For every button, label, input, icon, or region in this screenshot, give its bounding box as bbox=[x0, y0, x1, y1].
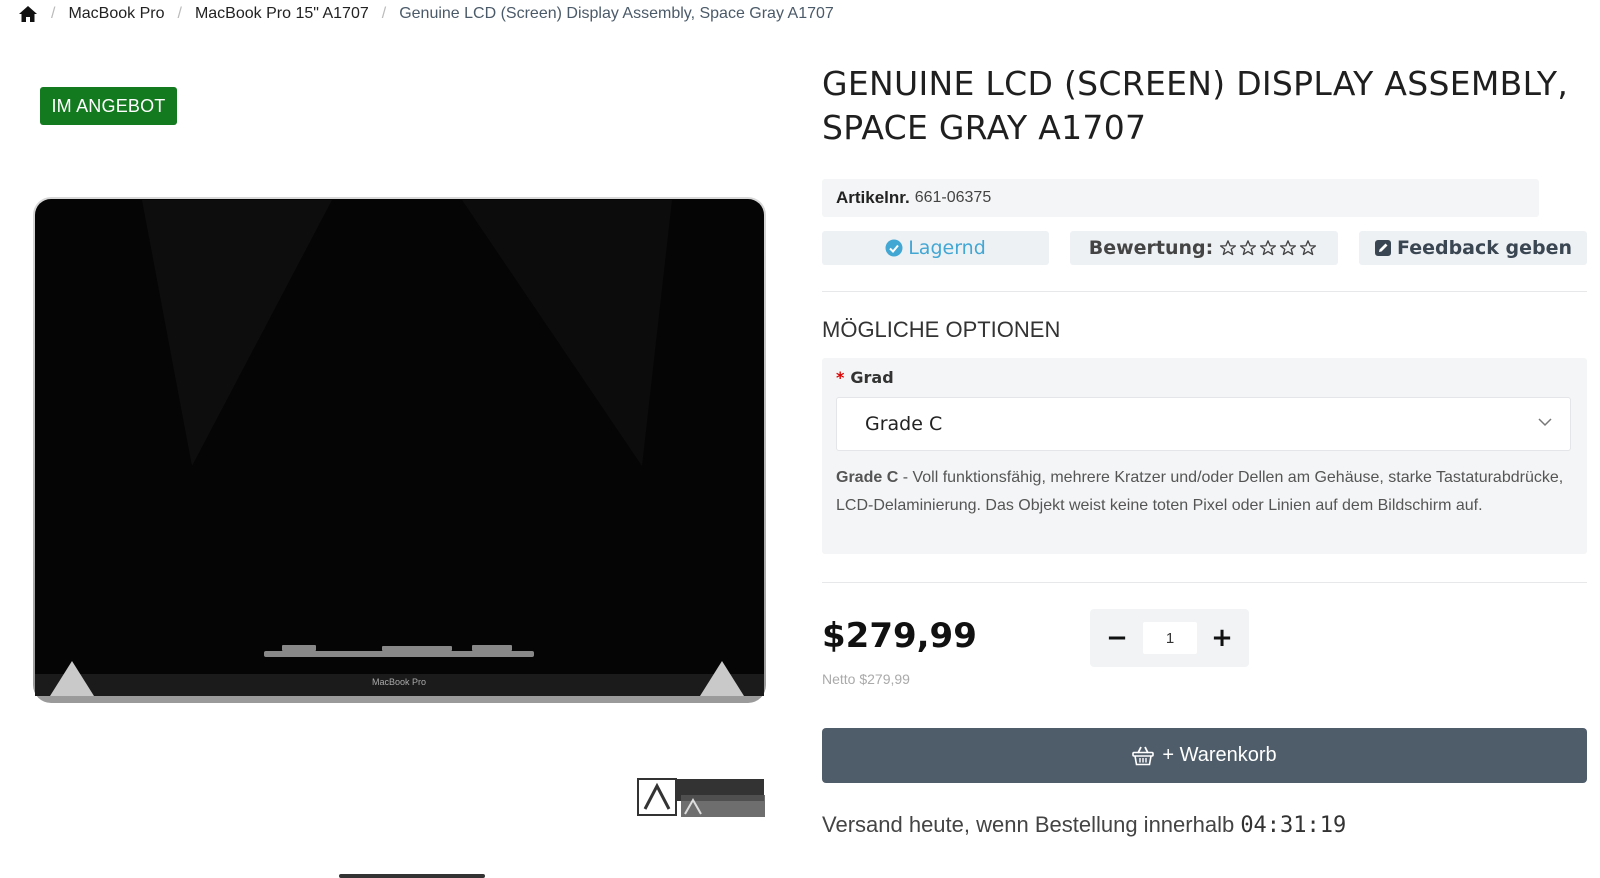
price: $279,99 bbox=[822, 616, 977, 656]
stock-status-label: Lagernd bbox=[908, 237, 986, 259]
breadcrumb-link-macbook-pro[interactable]: MacBook Pro bbox=[68, 5, 164, 23]
home-icon[interactable] bbox=[18, 5, 38, 23]
star-outline-icon bbox=[1260, 240, 1277, 256]
breadcrumb-link-macbook-pro-15[interactable]: MacBook Pro 15" A1707 bbox=[195, 5, 369, 23]
breadcrumb-separator: / bbox=[381, 5, 387, 22]
grade-description: Grade C - Voll funktionsfähig, mehrere K… bbox=[836, 464, 1566, 519]
breadcrumb-separator: / bbox=[177, 5, 182, 22]
feedback-button[interactable]: Feedback geben bbox=[1359, 231, 1587, 265]
breadcrumb: / MacBook Pro / MacBook Pro 15" A1707 / … bbox=[18, 3, 834, 25]
rating-stars bbox=[1219, 239, 1319, 257]
price-netto: Netto $279,99 bbox=[822, 671, 910, 687]
quantity-stepper: − + bbox=[1090, 609, 1249, 667]
shipping-text: Versand heute, wenn Bestellung innerhalb bbox=[822, 812, 1241, 837]
grade-description-grade: Grade C bbox=[836, 469, 899, 486]
divider bbox=[822, 291, 1587, 292]
product-image[interactable]: MacBook Pro bbox=[32, 196, 767, 704]
product-title: GENUINE LCD (SCREEN) DISPLAY ASSEMBLY, S… bbox=[822, 64, 1569, 147]
shipping-info: Versand heute, wenn Bestellung innerhalb… bbox=[822, 812, 1346, 838]
grade-description-text: - Voll funktionsfähig, mehrere Kratzer u… bbox=[836, 469, 1564, 514]
breadcrumb-current: Genuine LCD (Screen) Display Assembly, S… bbox=[399, 5, 834, 22]
check-circle-icon bbox=[885, 239, 903, 257]
watermark-logo bbox=[637, 778, 765, 817]
sku-row: Artikelnr. 661-06375 bbox=[822, 179, 1539, 217]
add-to-cart-button[interactable]: + Warenkorb bbox=[822, 728, 1587, 783]
stock-status: Lagernd bbox=[822, 231, 1049, 265]
sku-label: Artikelnr. bbox=[836, 188, 910, 207]
options-panel: * Grad Grade C Grade C - Voll funktionsfä… bbox=[822, 358, 1587, 554]
sale-badge: IM ANGEBOT bbox=[40, 87, 177, 125]
quantity-decrease-button[interactable]: − bbox=[1092, 609, 1142, 667]
image-scroll-indicator[interactable] bbox=[339, 874, 485, 878]
grade-label: * Grad bbox=[836, 368, 894, 387]
star-outline-icon bbox=[1300, 240, 1317, 256]
quantity-input[interactable] bbox=[1143, 622, 1197, 654]
edit-icon bbox=[1374, 240, 1391, 256]
feedback-button-label: Feedback geben bbox=[1396, 237, 1573, 259]
quantity-increase-button[interactable]: + bbox=[1197, 609, 1247, 667]
sku-value: 661-06375 bbox=[914, 189, 992, 206]
chevron-down-icon bbox=[1538, 418, 1552, 427]
star-outline-icon bbox=[1280, 240, 1297, 256]
product-image-brand-text: MacBook Pro bbox=[372, 677, 426, 687]
shipping-countdown: 04:31:19 bbox=[1240, 813, 1347, 838]
rating-label: Bewertung: bbox=[1088, 237, 1214, 259]
grade-select-value: Grade C bbox=[865, 413, 943, 435]
grade-select[interactable]: Grade C bbox=[836, 397, 1571, 451]
divider bbox=[822, 582, 1587, 583]
star-outline-icon bbox=[1240, 240, 1257, 256]
breadcrumb-separator: / bbox=[51, 5, 56, 22]
add-to-cart-label: + Warenkorb bbox=[1162, 744, 1277, 766]
basket-icon bbox=[1132, 746, 1155, 765]
rating: Bewertung: bbox=[1070, 231, 1338, 265]
required-marker: * bbox=[836, 368, 845, 387]
options-heading: MÖGLICHE OPTIONEN bbox=[822, 317, 1061, 342]
grade-label-text: Grad bbox=[850, 368, 894, 387]
star-outline-icon bbox=[1220, 240, 1237, 256]
